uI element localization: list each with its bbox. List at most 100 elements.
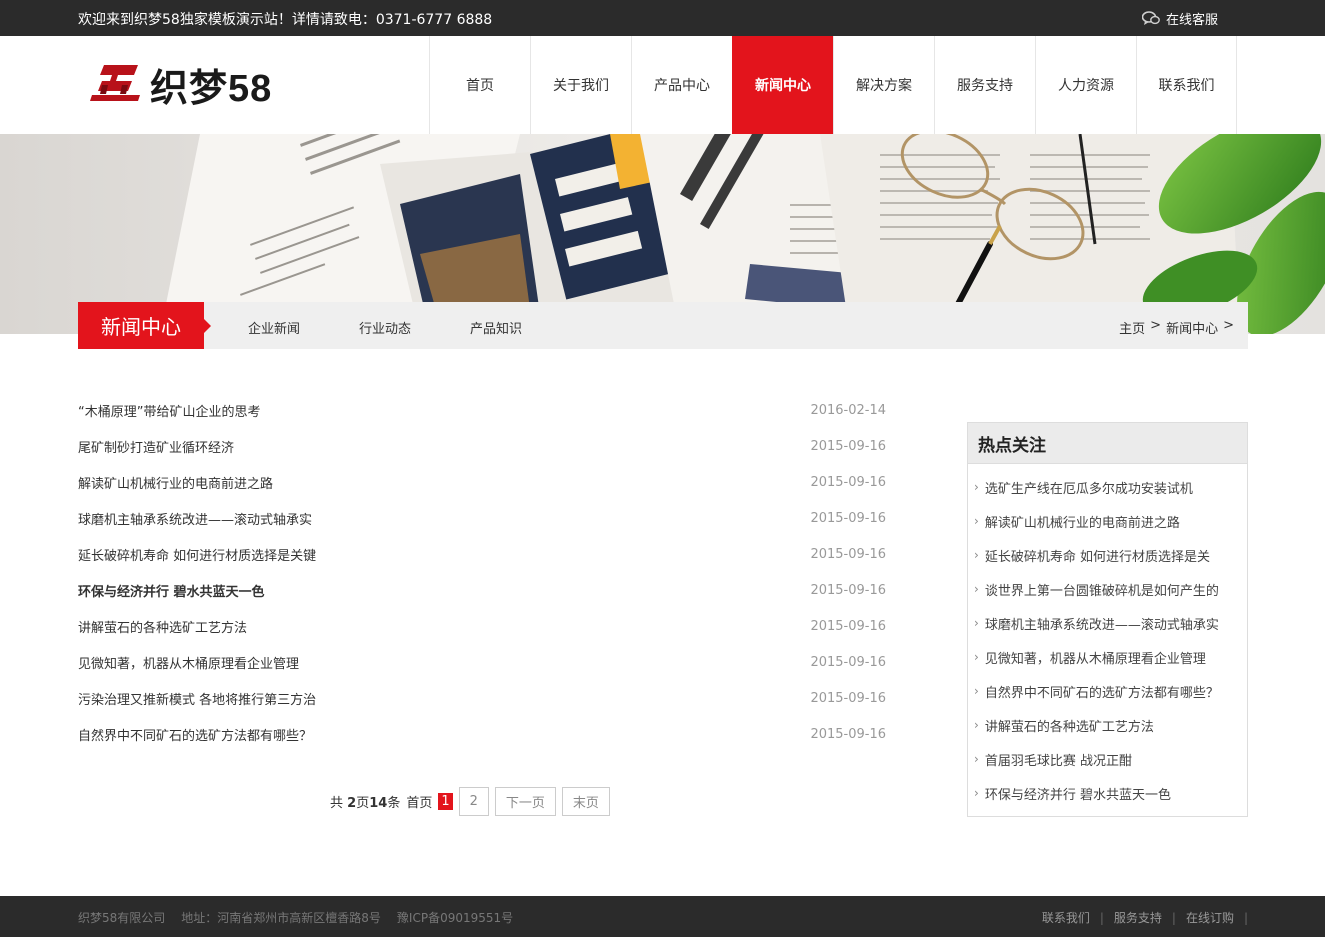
sub-nav-bar: 新闻中心 企业新闻 行业动态 产品知识 主页 > 新闻中心 > [78, 302, 1248, 349]
news-title[interactable]: 讲解萤石的各种选矿工艺方法 [78, 617, 247, 636]
sidebar-item[interactable]: › 球磨机主轴承系统改进——滚动式轴承实 [968, 606, 1247, 640]
news-title[interactable]: 延长破碎机寿命 如何进行材质选择是关键 [78, 545, 316, 564]
sidebar-item[interactable]: › 讲解萤石的各种选矿工艺方法 [968, 708, 1247, 742]
footer-divider: | [1243, 910, 1248, 925]
sidebar-list: › 选矿生产线在厄瓜多尔成功安装试机 › 解读矿山机械行业的电商前进之路 › 延长破碎… [968, 464, 1247, 810]
footer-icp[interactable]: 豫ICP备09019551号 [397, 909, 513, 926]
chevron-right-icon: › [974, 684, 979, 698]
nav-item-home[interactable]: 首页 [429, 36, 530, 134]
sidebar-item[interactable]: › 自然界中不同矿石的选矿方法都有哪些？ [968, 674, 1247, 708]
logo-text: 织梦58 [150, 67, 273, 110]
chevron-right-icon: › [974, 752, 979, 766]
breadcrumb-separator: > [1150, 318, 1162, 333]
sidebar-item-label: 球磨机主轴承系统改进——滚动式轴承实 [984, 617, 1219, 633]
footer-link-support[interactable]: 服务支持 [1114, 909, 1162, 926]
news-title[interactable]: “木桶原理”带给矿山企业的思考 [78, 401, 260, 420]
news-date: 2015-09-16 [810, 654, 886, 670]
sidebar-item-label: 见微知著，机器从木桶原理看企业管理 [984, 651, 1206, 667]
sidebar-item-label: 讲解萤石的各种选矿工艺方法 [984, 719, 1154, 735]
sidebar-item[interactable]: › 解读矿山机械行业的电商前进之路 [968, 504, 1247, 538]
news-date: 2015-09-16 [810, 546, 886, 562]
sidebar-item[interactable]: › 延长破碎机寿命 如何进行材质选择是关 [968, 538, 1247, 572]
news-title[interactable]: 污染治理又推新模式 各地将推行第三方治 [78, 689, 316, 708]
last-page-button[interactable]: 末页 [561, 787, 610, 816]
news-title[interactable]: 球磨机主轴承系统改进——滚动式轴承实 [78, 509, 312, 528]
footer-info: 织梦58有限公司 地址：河南省郑州市高新区檀香路8号 豫ICP备09019551… [78, 909, 513, 926]
nav-item-products[interactable]: 产品中心 [631, 36, 732, 134]
news-row[interactable]: 污染治理又推新模式 各地将推行第三方治 2015-09-16 [78, 680, 886, 716]
news-date: 2016-02-14 [810, 402, 886, 418]
news-row[interactable]: 讲解萤石的各种选矿工艺方法 2015-09-16 [78, 608, 886, 644]
online-service-label: 在线客服 [1166, 13, 1219, 28]
sub-link-industry-news[interactable]: 行业动态 [359, 318, 411, 337]
footer-address: 地址：河南省郑州市高新区檀香路8号 [181, 911, 381, 925]
section-title: 新闻中心 [78, 302, 211, 349]
welcome-text: 欢迎来到织梦58独家模板演示站！详情请致电：0371-6777 6888 [78, 12, 493, 28]
sidebar-item[interactable]: › 选矿生产线在厄瓜多尔成功安装试机 [968, 470, 1247, 504]
sub-link-product-knowledge[interactable]: 产品知识 [470, 318, 522, 337]
sidebar-item[interactable]: › 环保与经济并行 碧水共蓝天一色 [968, 776, 1247, 810]
breadcrumb: 主页 > 新闻中心 > [1119, 318, 1234, 337]
chevron-right-icon: › [974, 514, 979, 528]
nav-item-about[interactable]: 关于我们 [530, 36, 631, 134]
news-title[interactable]: 自然界中不同矿石的选矿方法都有哪些？ [78, 725, 312, 744]
nav-item-contact[interactable]: 联系我们 [1136, 36, 1237, 134]
chevron-right-icon: › [974, 718, 979, 732]
first-page-link[interactable]: 首页 [406, 792, 432, 811]
sidebar-item-label: 首届羽毛球比赛 战况正酣 [984, 753, 1132, 769]
pagination: 共 2页14条 首页 1 2 下一页 末页 [330, 787, 610, 816]
online-service-link[interactable]: 在线客服 [1142, 9, 1218, 28]
sidebar-item[interactable]: › 谈世界上第一台圆锥破碎机是如何产生的 [968, 572, 1247, 606]
chevron-right-icon: › [974, 548, 979, 562]
news-date: 2015-09-16 [810, 474, 886, 490]
news-row[interactable]: 尾矿制砂打造矿业循环经济 2015-09-16 [78, 428, 886, 464]
news-row[interactable]: 解读矿山机械行业的电商前进之路 2015-09-16 [78, 464, 886, 500]
nav-item-support[interactable]: 服务支持 [934, 36, 1035, 134]
news-row[interactable]: 球磨机主轴承系统改进——滚动式轴承实 2015-09-16 [78, 500, 886, 536]
next-page-button[interactable]: 下一页 [494, 787, 556, 816]
news-date: 2015-09-16 [810, 690, 886, 706]
nav-item-solutions[interactable]: 解决方案 [833, 36, 934, 134]
news-title[interactable]: 环保与经济并行 碧水共蓝天一色 [78, 581, 265, 600]
footer-link-contact[interactable]: 联系我们 [1042, 909, 1090, 926]
sidebar-item-label: 解读矿山机械行业的电商前进之路 [984, 515, 1180, 531]
news-title[interactable]: 尾矿制砂打造矿业循环经济 [78, 437, 234, 456]
hot-topics-sidebar: 热点关注 › 选矿生产线在厄瓜多尔成功安装试机 › 解读矿山机械行业的电商前进之路 … [967, 422, 1248, 817]
footer-divider: | [1171, 910, 1176, 925]
footer-divider: | [1099, 910, 1104, 925]
breadcrumb-home[interactable]: 主页 [1119, 318, 1145, 337]
news-date: 2015-09-16 [810, 438, 886, 454]
main-nav: 首页 关于我们 产品中心 新闻中心 解决方案 服务支持 人力资源 联系我们 [429, 36, 1237, 134]
chevron-right-icon: › [974, 786, 979, 800]
news-date: 2015-09-16 [810, 726, 886, 742]
breadcrumb-news[interactable]: 新闻中心 [1166, 318, 1218, 337]
nav-item-hr[interactable]: 人力资源 [1035, 36, 1136, 134]
sub-link-company-news[interactable]: 企业新闻 [248, 318, 300, 337]
news-list: “木桶原理”带给矿山企业的思考 2016-02-14 尾矿制砂打造矿业循环经济 … [78, 392, 886, 752]
news-row[interactable]: 环保与经济并行 碧水共蓝天一色 2015-09-16 [78, 572, 886, 608]
sidebar-item[interactable]: › 见微知著，机器从木桶原理看企业管理 [968, 640, 1247, 674]
sidebar-item-label: 谈世界上第一台圆锥破碎机是如何产生的 [984, 583, 1219, 599]
chevron-right-icon: › [974, 650, 979, 664]
sidebar-item-label: 延长破碎机寿命 如何进行材质选择是关 [984, 549, 1210, 565]
top-bar: 欢迎来到织梦58独家模板演示站！详情请致电：0371-6777 6888 在线客… [0, 0, 1325, 36]
news-date: 2015-09-16 [810, 510, 886, 526]
sidebar-item-label: 选矿生产线在厄瓜多尔成功安装试机 [984, 481, 1193, 497]
page-2-button[interactable]: 2 [458, 787, 489, 816]
footer-links: 联系我们 | 服务支持 | 在线订购 | [1042, 909, 1248, 926]
nav-item-news[interactable]: 新闻中心 [732, 36, 833, 134]
news-row[interactable]: 延长破碎机寿命 如何进行材质选择是关键 2015-09-16 [78, 536, 886, 572]
news-row[interactable]: 见微知著，机器从木桶原理看企业管理 2015-09-16 [78, 644, 886, 680]
footer-company: 织梦58有限公司 [78, 911, 166, 925]
chat-bubble-icon [1142, 11, 1160, 26]
sidebar-item-label: 环保与经济并行 碧水共蓝天一色 [984, 787, 1171, 803]
news-title[interactable]: 见微知著，机器从木桶原理看企业管理 [78, 653, 299, 672]
logo-mark-icon [88, 61, 144, 107]
news-row[interactable]: 自然界中不同矿石的选矿方法都有哪些？ 2015-09-16 [78, 716, 886, 752]
sidebar-item[interactable]: › 首届羽毛球比赛 战况正酣 [968, 742, 1247, 776]
footer-link-order[interactable]: 在线订购 [1186, 909, 1234, 926]
news-row[interactable]: “木桶原理”带给矿山企业的思考 2016-02-14 [78, 392, 886, 428]
site-logo[interactable]: 织梦58 [88, 56, 303, 112]
news-title[interactable]: 解读矿山机械行业的电商前进之路 [78, 473, 273, 492]
site-footer: 织梦58有限公司 地址：河南省郑州市高新区檀香路8号 豫ICP备09019551… [0, 896, 1325, 937]
